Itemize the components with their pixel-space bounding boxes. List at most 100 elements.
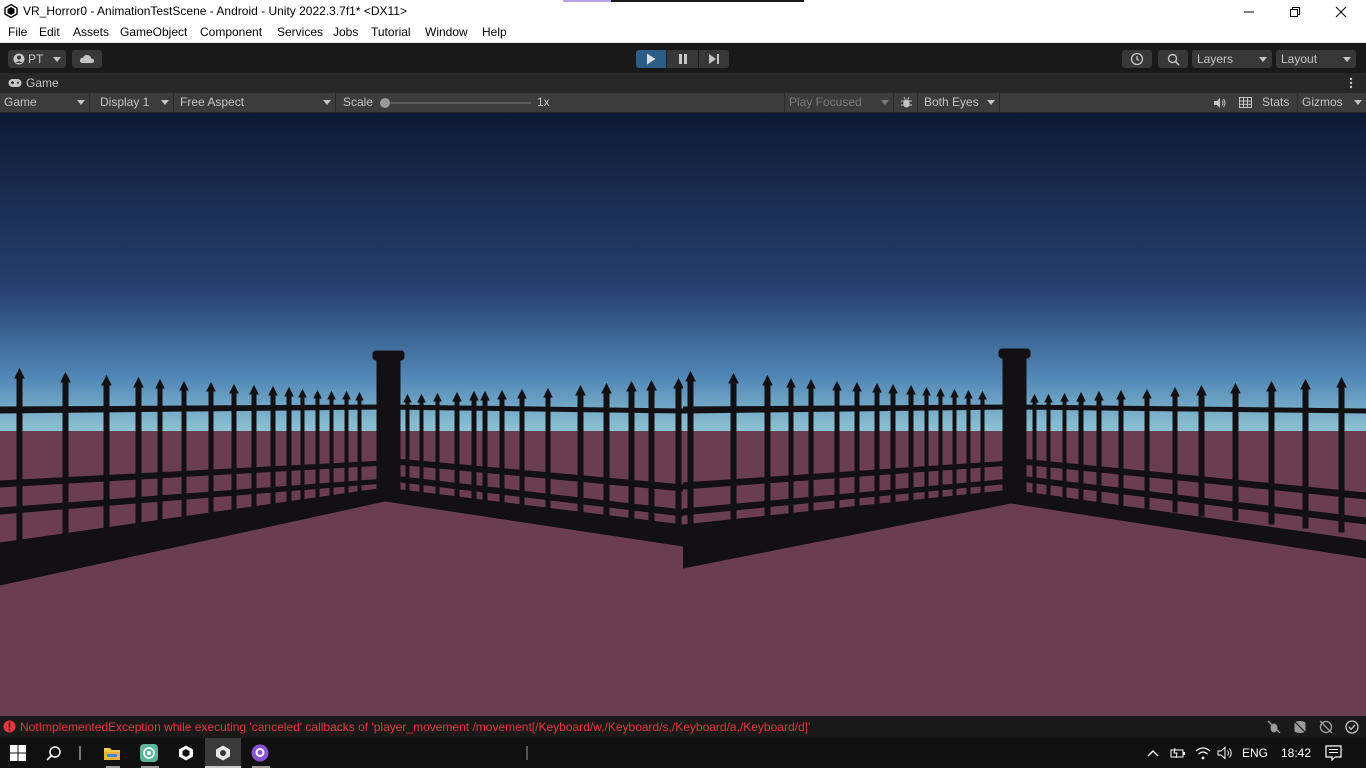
layers-dropdown[interactable]: Layers	[1192, 50, 1272, 68]
wifi-icon[interactable]	[1195, 746, 1211, 760]
check-circle-icon[interactable]	[1345, 720, 1359, 734]
taskbar-chatgpt[interactable]	[131, 738, 167, 768]
menu-window[interactable]: Window	[425, 25, 468, 39]
input-language[interactable]: ENG	[1242, 746, 1268, 760]
play-focused-label: Play Focused	[789, 95, 862, 109]
left-eye-view	[0, 113, 683, 716]
chevron-up-icon[interactable]	[1147, 748, 1159, 758]
right-eye-view	[683, 113, 1366, 716]
play-button[interactable]	[636, 50, 666, 68]
close-button[interactable]	[1318, 0, 1364, 23]
unity-icon	[179, 745, 193, 761]
play-focused-dropdown[interactable]: Play Focused	[784, 93, 894, 112]
history-icon	[1130, 52, 1144, 66]
tab-strip: Game	[0, 73, 1366, 93]
taskbar-divider	[526, 746, 528, 760]
chevron-down-icon	[323, 100, 331, 105]
stats-button[interactable]: Stats	[1262, 93, 1289, 112]
menu-services[interactable]: Services	[277, 25, 323, 39]
cloud-icon	[79, 54, 95, 63]
scene-render	[683, 113, 1366, 716]
aspect-label: Free Aspect	[180, 95, 245, 109]
github-desktop-icon	[251, 744, 269, 762]
restore-button[interactable]	[1272, 0, 1318, 23]
taskbar-search-button[interactable]	[36, 738, 72, 768]
menu-tutorial[interactable]: Tutorial	[371, 25, 411, 39]
debug-off-icon[interactable]	[1267, 720, 1281, 734]
menu-edit[interactable]: Edit	[39, 25, 60, 39]
debug-button[interactable]	[896, 93, 918, 112]
start-button[interactable]	[0, 738, 36, 768]
game-toolbar: Game Display 1 Free Aspect Scale 1x Play…	[0, 93, 1366, 113]
pause-icon	[678, 54, 687, 64]
account-dropdown[interactable]: PT	[8, 50, 66, 68]
console-error-message[interactable]: NotImplementedException while executing …	[20, 720, 810, 734]
scale-slider-track[interactable]	[383, 102, 531, 104]
unity-logo-icon	[4, 4, 18, 18]
step-button[interactable]	[699, 50, 729, 68]
game-view[interactable]	[0, 113, 1366, 716]
pause-button[interactable]	[667, 50, 698, 68]
step-icon	[709, 54, 719, 64]
gamepad-icon	[8, 79, 22, 87]
cloud-button[interactable]	[72, 50, 102, 68]
close-icon	[1335, 6, 1347, 17]
scale-slider-handle[interactable]	[380, 98, 390, 108]
folder-icon	[104, 747, 120, 760]
title-accent	[611, 0, 804, 2]
notifications-icon[interactable]	[1325, 745, 1342, 761]
volume-icon[interactable]	[1217, 746, 1235, 760]
chevron-down-icon	[53, 57, 61, 62]
menu-assets[interactable]: Assets	[73, 25, 109, 39]
scale-label: Scale	[343, 95, 374, 109]
minimize-button[interactable]	[1226, 0, 1272, 23]
grid-button[interactable]	[1234, 93, 1256, 112]
menu-file[interactable]: File	[8, 25, 27, 39]
layout-label: Layout	[1281, 52, 1318, 66]
unity-editor-icon	[216, 745, 230, 761]
menu-bar: File Edit Assets GameObject Component Se…	[0, 23, 1366, 43]
display-label: Display 1	[100, 95, 150, 109]
taskbar-file-explorer[interactable]	[94, 738, 130, 768]
chevron-down-icon	[1354, 100, 1362, 105]
tab-game[interactable]: Game	[0, 73, 68, 93]
eyes-label: Both Eyes	[924, 95, 979, 109]
more-options-icon[interactable]	[1348, 77, 1354, 89]
display-dropdown[interactable]: Display 1	[96, 93, 174, 112]
battery-icon[interactable]	[1170, 746, 1186, 760]
cache-server-icon[interactable]	[1293, 720, 1307, 734]
task-view-icon[interactable]	[79, 746, 81, 760]
view-mode-dropdown[interactable]: Game	[0, 93, 90, 112]
scene-render	[0, 113, 683, 716]
aspect-dropdown[interactable]: Free Aspect	[176, 93, 336, 112]
network-off-icon[interactable]	[1319, 720, 1333, 734]
taskbar-unity-hub[interactable]	[168, 738, 204, 768]
chevron-down-icon	[161, 100, 169, 105]
menu-component[interactable]: Component	[200, 25, 262, 39]
status-bar: NotImplementedException while executing …	[0, 716, 1366, 738]
eyes-dropdown[interactable]: Both Eyes	[920, 93, 1000, 112]
search-button[interactable]	[1158, 50, 1188, 68]
bug-icon	[901, 96, 912, 108]
tab-game-label: Game	[26, 76, 59, 90]
audio-button[interactable]	[1208, 93, 1230, 112]
title-bar: VR_Horror0 - AnimationTestScene - Androi…	[0, 0, 1366, 23]
gizmos-label: Gizmos	[1302, 95, 1343, 109]
menu-jobs[interactable]: Jobs	[333, 25, 358, 39]
chevron-down-icon	[1343, 57, 1351, 62]
taskbar-unity-editor[interactable]	[205, 738, 241, 768]
error-icon	[3, 720, 16, 733]
window-title: VR_Horror0 - AnimationTestScene - Androi…	[23, 4, 407, 18]
view-mode-label: Game	[4, 95, 37, 109]
menu-gameobject[interactable]: GameObject	[120, 25, 187, 39]
main-toolbar: PT Layers Layout	[0, 44, 1366, 73]
account-label: PT	[28, 52, 44, 66]
menu-help[interactable]: Help	[482, 25, 507, 39]
clock-time[interactable]: 18:42	[1281, 746, 1311, 760]
taskbar-github[interactable]	[242, 738, 278, 768]
gizmos-dropdown[interactable]: Gizmos	[1297, 93, 1366, 112]
chevron-down-icon	[987, 100, 995, 105]
layout-dropdown[interactable]: Layout	[1276, 50, 1356, 68]
undo-history-button[interactable]	[1122, 50, 1152, 68]
restore-icon	[1290, 6, 1300, 17]
